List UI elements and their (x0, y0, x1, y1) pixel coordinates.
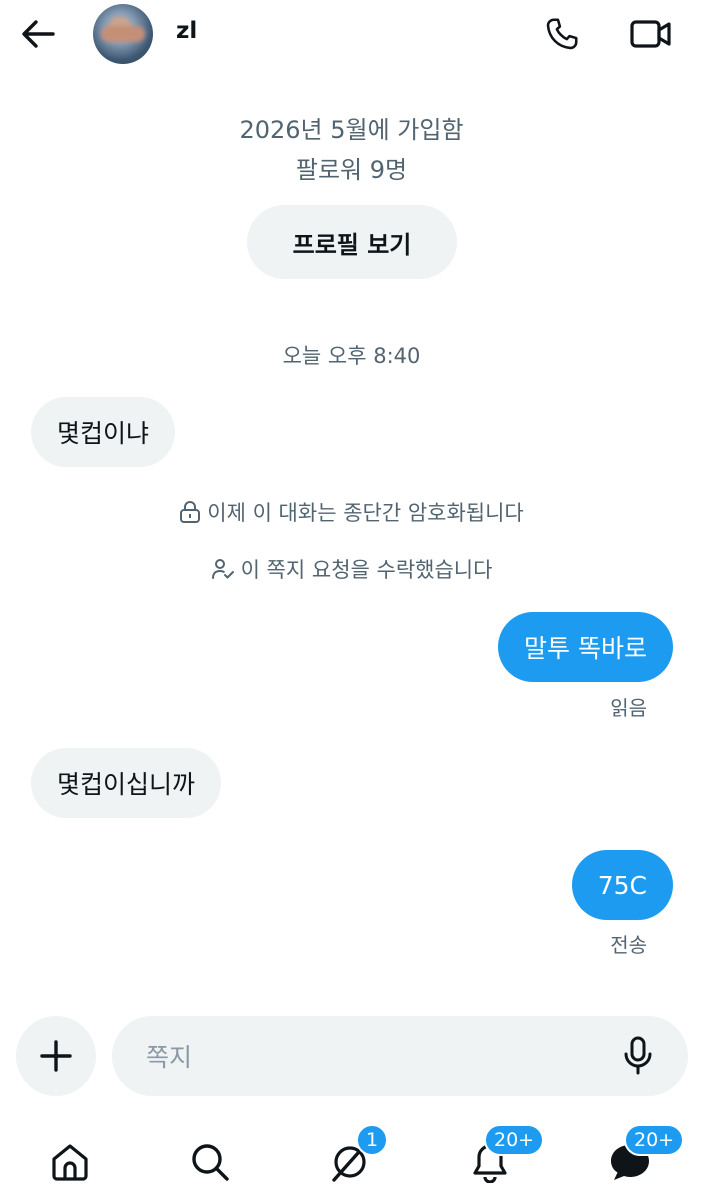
call-button[interactable] (540, 12, 584, 56)
read-status: 읽음 (610, 696, 647, 720)
grok-badge: 1 (356, 1124, 389, 1156)
home-icon (52, 1144, 88, 1181)
search-icon (192, 1144, 229, 1181)
video-call-button[interactable] (626, 12, 676, 56)
back-button[interactable] (16, 14, 60, 54)
add-attachment-button[interactable] (16, 1016, 96, 1096)
request-accepted-notice: 이 쪽지 요청을 수락했습니다 (0, 554, 703, 584)
encryption-notice-text: 이제 이 대화는 종단간 암호화됩니다 (207, 501, 524, 525)
tab-grok[interactable]: 1 (320, 1124, 389, 1192)
message-bubble-incoming[interactable]: 몇컵이냐 (31, 397, 176, 467)
bottom-navigation: 1 20+ 20+ (0, 1120, 703, 1200)
tab-home[interactable] (40, 1132, 100, 1192)
message-timestamp: 오늘 오후 8:40 (282, 344, 421, 368)
video-camera-icon (630, 20, 671, 48)
voice-message-button[interactable] (616, 1034, 660, 1078)
lock-icon (180, 501, 201, 523)
message-bubble-incoming[interactable]: 몇컵이십니까 (31, 748, 222, 818)
message-bubble-outgoing[interactable]: 75C (571, 850, 673, 920)
tab-search[interactable] (180, 1132, 240, 1192)
view-profile-button[interactable]: 프로필 보기 (247, 205, 457, 279)
tab-notifications[interactable]: 20+ (460, 1124, 545, 1192)
arrow-left-icon (22, 20, 55, 48)
message-composer[interactable] (112, 1016, 688, 1096)
phone-icon (546, 18, 578, 50)
request-accepted-text: 이 쪽지 요청을 수락했습니다 (240, 558, 493, 582)
encryption-notice: 이제 이 대화는 종단간 암호화됩니다 (0, 497, 703, 527)
joined-date: 2026년 5월에 가입함 (239, 116, 464, 144)
avatar[interactable] (93, 4, 153, 64)
plus-icon (40, 1040, 72, 1072)
sent-status: 전송 (610, 933, 647, 957)
messages-badge: 20+ (624, 1124, 685, 1156)
person-check-icon (211, 559, 234, 579)
tab-messages[interactable]: 20+ (600, 1124, 685, 1192)
contact-name[interactable]: zl (176, 18, 197, 44)
notifications-badge: 20+ (484, 1124, 545, 1156)
message-input[interactable] (144, 1036, 608, 1078)
microphone-icon (624, 1036, 652, 1075)
conversation-header: zl (0, 0, 703, 68)
follower-count: 팔로워 9명 (295, 156, 408, 184)
message-bubble-outgoing[interactable]: 말투 똑바로 (498, 612, 673, 682)
